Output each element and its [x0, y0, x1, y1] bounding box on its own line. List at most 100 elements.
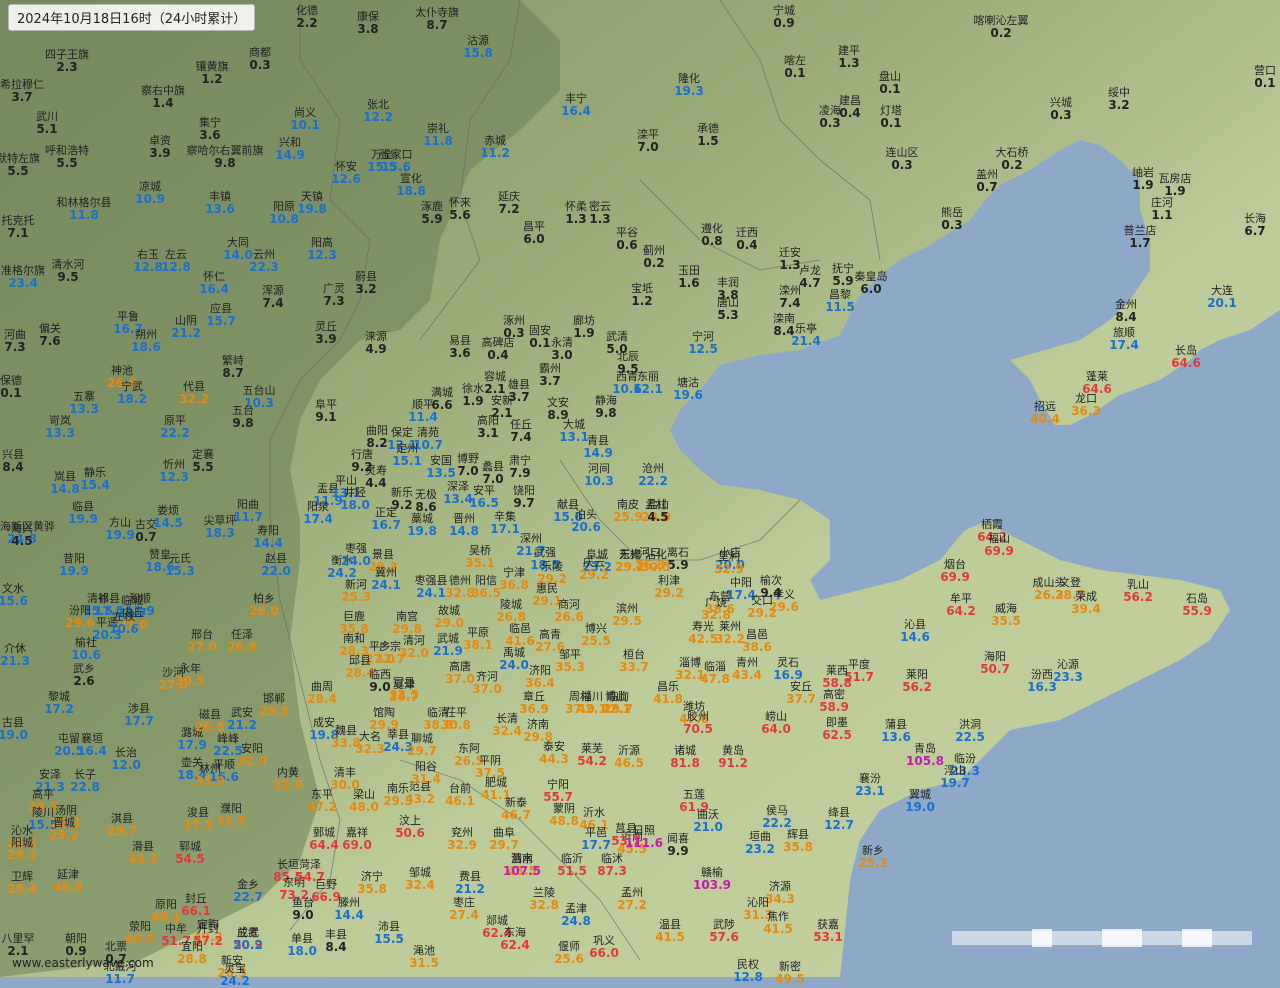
station-label: 故城 29.0: [434, 604, 464, 630]
station-rainfall-value: 5.5: [192, 460, 214, 474]
station-rainfall-value: 33.7: [619, 660, 649, 674]
station-label: 东平 47.2: [307, 788, 337, 814]
station-rainfall-value: 50.6: [395, 826, 425, 840]
station-label: 武城 21.9: [433, 632, 463, 658]
station-label: 巩义 66.0: [589, 934, 619, 960]
station-label: 方山 19.9: [105, 516, 135, 542]
station-label: 朔州 18.6: [131, 328, 161, 354]
station-label: 广饶 32.8: [701, 596, 731, 622]
station-label: 岚县 14.8: [50, 470, 80, 496]
station-rainfall-value: 19.0: [905, 800, 935, 814]
station-label: 汾阳 29.6: [65, 604, 95, 630]
station-label: 交口 29.2: [747, 594, 777, 620]
station-label: 岢岚 13.3: [45, 414, 75, 440]
station-label: 朝阳 0.9: [65, 932, 87, 958]
station-label: 枣庄 27.4: [449, 896, 479, 922]
station-label: 东海 62.4: [500, 926, 530, 952]
station-rainfall-value: 21.0: [693, 820, 723, 834]
station-rainfall-value: 30.5: [175, 674, 205, 688]
station-label: 烟台 69.9: [940, 558, 970, 584]
station-label: 崂山 64.0: [761, 710, 791, 736]
station-label: 建昌 0.4: [839, 94, 861, 120]
station-rainfall-value: 57.6: [709, 930, 739, 944]
station-label: 福山 69.9: [984, 532, 1014, 558]
station-label: 原阳 48.1: [151, 898, 181, 924]
station-rainfall-value: 36.4: [525, 676, 555, 690]
station-label: 文水 15.6: [0, 582, 28, 608]
station-label: 河曲 7.3: [4, 328, 26, 354]
station-label: 东丽 12.1: [633, 370, 663, 396]
station-rainfall-value: 23.1: [855, 784, 885, 798]
station-label: 原平 22.2: [160, 414, 190, 440]
station-label: 定州 15.1: [392, 442, 422, 468]
station-rainfall-value: 56.2: [1123, 590, 1153, 604]
station-rainfall-value: 49.5: [125, 932, 155, 946]
station-label: 灵宝 24.2: [220, 962, 250, 988]
station-label: 安平 16.5: [469, 484, 499, 510]
station-rainfall-value: 22.3: [249, 260, 279, 274]
station-rainfall-value: 32.0: [237, 754, 267, 768]
station-label: 营口 0.1: [1254, 64, 1276, 90]
station-rainfall-value: 14.8: [449, 524, 479, 538]
station-label: 临沭 87.3: [597, 852, 627, 878]
station-label: 普兰店 1.7: [1124, 224, 1157, 250]
station-rainfall-value: 3.0: [551, 348, 573, 362]
station-rainfall-value: 15.4: [80, 478, 110, 492]
map-title: 2024年10月18日16时（24小时累计）: [8, 4, 256, 31]
station-label: 宜阳 28.8: [177, 940, 207, 966]
station-label: 临西 9.0: [369, 668, 391, 694]
station-label: 晋州 14.8: [449, 512, 479, 538]
station-label: 清水河 9.5: [52, 258, 85, 284]
station-rainfall-value: 24.1: [371, 578, 401, 592]
station-label: 济宁 35.8: [357, 870, 387, 896]
station-rainfall-value: 19.8: [297, 202, 327, 216]
station-rainfall-value: 25.3: [858, 856, 888, 870]
station-rainfall-value: 0.7: [105, 952, 127, 966]
station-label: 蓟州 0.2: [643, 244, 665, 270]
station-rainfall-value: 4.7: [799, 276, 821, 290]
station-rainfall-value: 19.8: [407, 524, 437, 538]
station-label: 温县 41.5: [655, 918, 685, 944]
station-rainfall-value: 40.4: [1030, 412, 1060, 426]
station-rainfall-value: 1.2: [201, 72, 223, 86]
station-label: 陵城 26.8: [496, 598, 526, 624]
station-rainfall-value: 29.6: [65, 616, 95, 630]
station-rainfall-value: 19.3: [674, 84, 704, 98]
station-rainfall-value: 3.7: [539, 374, 561, 388]
station-label: 凉城 10.9: [135, 180, 165, 206]
station-label: 蔚县 3.2: [355, 270, 377, 296]
station-label: 黄岛 91.2: [718, 744, 748, 770]
station-label: 托克托 7.1: [2, 214, 35, 240]
station-rainfall-value: 5.3: [717, 308, 739, 322]
station-label: 南宫 29.8: [392, 610, 422, 636]
station-rainfall-value: 18.3: [205, 526, 235, 540]
station-label: 鱼台 9.0: [292, 896, 314, 922]
station-rainfall-value: 7.0: [637, 140, 659, 154]
station-label: 博兴 25.5: [581, 622, 611, 648]
station-label: 冠县 33.5: [389, 676, 419, 702]
station-rainfall-value: 15.6: [0, 594, 28, 608]
station-rainfall-value: 1.3: [779, 258, 801, 272]
station-label: 易县 3.6: [449, 334, 471, 360]
station-label: 娄烦 14.5: [153, 504, 183, 530]
station-label: 大石桥 0.2: [996, 146, 1029, 172]
station-rainfall-value: 1.9: [462, 394, 484, 408]
station-rainfall-value: 41.5: [763, 922, 793, 936]
station-label: 沽源 15.8: [463, 34, 493, 60]
station-label: 齐河 37.0: [472, 670, 502, 696]
station-rainfall-value: 5.9: [832, 274, 854, 288]
station-rainfall-value: 43.4: [732, 668, 762, 682]
station-rainfall-value: 23.3: [1053, 670, 1083, 684]
station-label: 赣榆 103.9: [693, 866, 731, 892]
station-rainfall-value: 29.7: [107, 824, 137, 838]
station-rainfall-value: 13.3: [45, 426, 75, 440]
station-rainfall-value: 10.6: [109, 622, 139, 636]
station-rainfall-value: 91.2: [718, 756, 748, 770]
station-label: 泊头 20.6: [571, 508, 601, 534]
station-label: 滨州 29.5: [612, 602, 642, 628]
station-label: 沧州 22.2: [638, 462, 668, 488]
station-rainfall-value: 0.8: [701, 234, 723, 248]
station-label: 武川 5.1: [36, 110, 58, 136]
station-rainfall-value: 17.4: [1109, 338, 1139, 352]
station-label: 蒲县 13.6: [881, 718, 911, 744]
